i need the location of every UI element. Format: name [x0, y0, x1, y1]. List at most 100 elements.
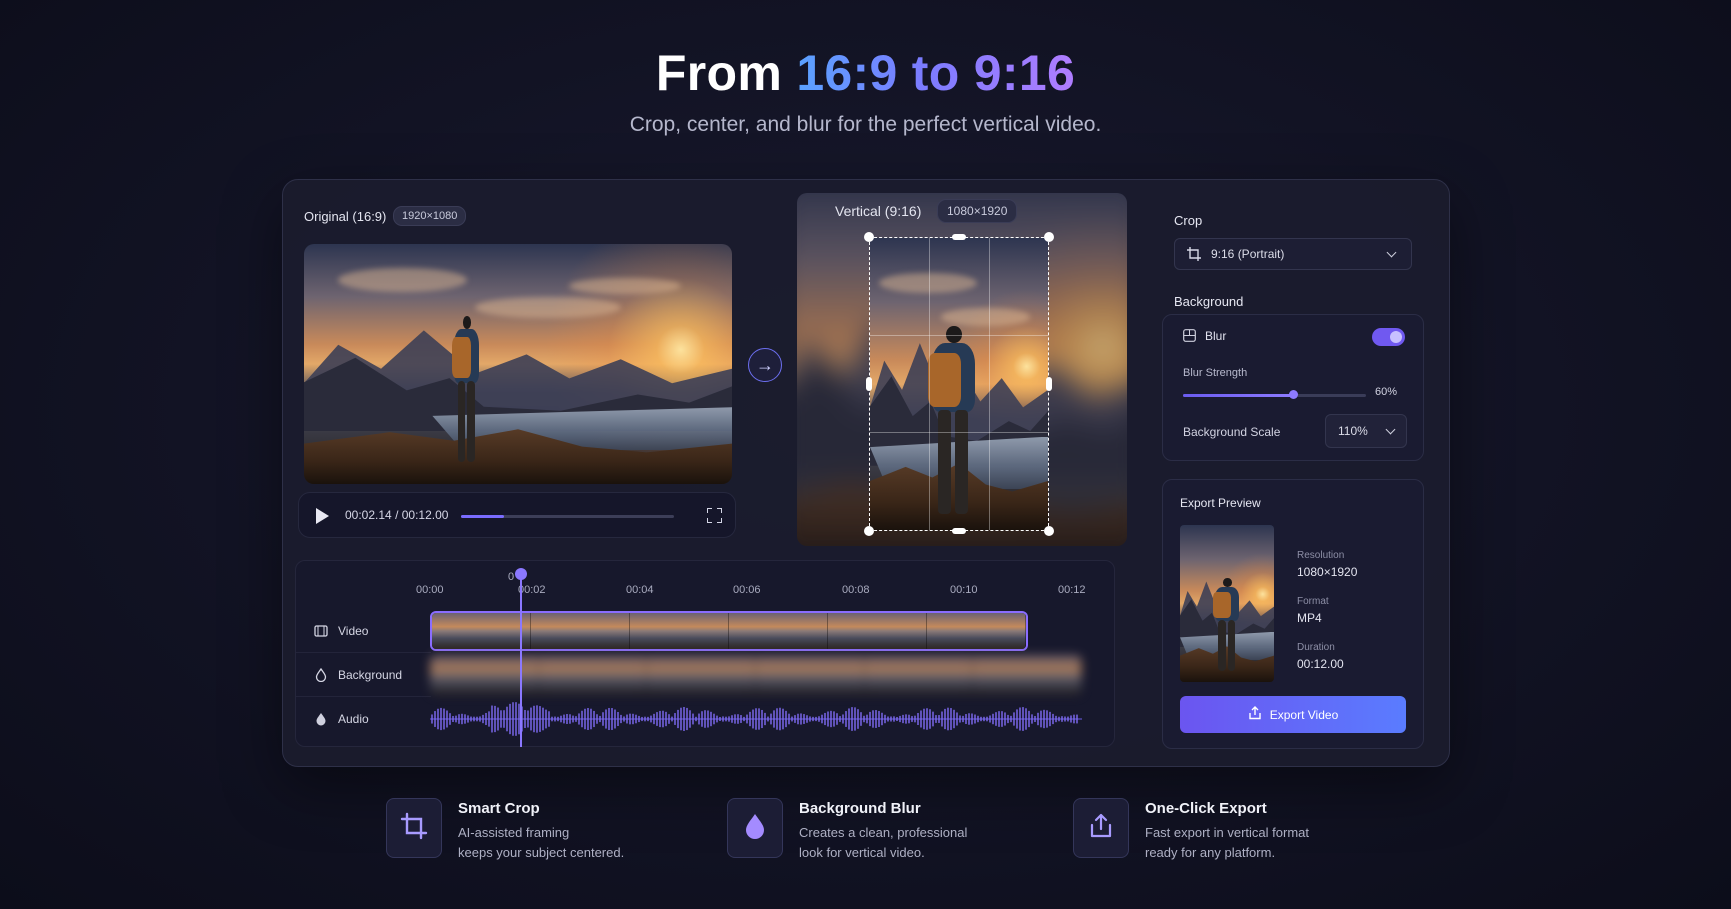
export-video-label: Export Video — [1269, 707, 1339, 722]
track-audio[interactable]: Audio — [296, 697, 431, 741]
blur-strength-handle[interactable] — [1288, 390, 1298, 399]
chevron-down-icon — [1385, 424, 1396, 435]
convert-arrow-icon: → — [748, 348, 782, 382]
track-video[interactable]: Video — [296, 609, 431, 653]
feature-smart-crop-icon-box — [386, 798, 442, 858]
background-scale-label: Background Scale — [1183, 425, 1281, 439]
blur-strength-label: Blur Strength — [1183, 367, 1248, 379]
format-value: MP4 — [1297, 611, 1322, 625]
blur-strength-value: 60% — [1375, 386, 1398, 398]
clip-frame — [828, 613, 927, 649]
film-icon — [314, 624, 328, 638]
clip-frame — [538, 655, 648, 695]
background-scale-select[interactable]: 110% — [1325, 414, 1407, 448]
background-settings-card: Blur Blur Strength 60% Background Scale … — [1162, 314, 1424, 461]
track-video-label: Video — [338, 623, 369, 638]
hero-title-highlight: 16:9 to 9:16 — [796, 45, 1076, 101]
droplet-icon — [742, 812, 768, 845]
timeline-tick: 00:00 — [416, 584, 444, 596]
audio-waveform[interactable] — [430, 699, 1082, 739]
fullscreen-icon[interactable] — [707, 508, 722, 523]
crop-ratio-select[interactable]: 9:16 (Portrait) — [1174, 238, 1412, 270]
crop-handle-top[interactable] — [952, 234, 966, 240]
timeline-tick: 00:12 — [1058, 584, 1086, 596]
playhead[interactable] — [520, 571, 522, 747]
feature-background-blur-title: Background Blur — [799, 800, 921, 817]
clip-frame — [927, 613, 1026, 649]
droplet-icon — [314, 712, 328, 726]
upload-icon — [1248, 706, 1262, 723]
crop-frame[interactable] — [869, 237, 1049, 531]
feature-one-click-export-icon-box — [1073, 798, 1129, 858]
clip-frame — [864, 655, 974, 695]
crop-icon — [400, 812, 428, 845]
blur-strength-slider[interactable] — [1183, 394, 1366, 397]
clip-frame — [531, 613, 630, 649]
crop-handle-bottom-left[interactable] — [864, 526, 874, 536]
feature-one-click-export-title: One-Click Export — [1145, 800, 1267, 817]
vertical-video-preview[interactable]: Vertical (9:16) 1080×1920 — [797, 193, 1127, 546]
playhead-label: 0 — [508, 571, 515, 583]
clip-frame — [430, 655, 539, 695]
clip-frame — [973, 655, 1082, 695]
hero-title: From 16:9 to 9:16 — [0, 44, 1731, 102]
playback-progress-bar[interactable] — [461, 515, 674, 518]
duration-label: Duration — [1297, 642, 1335, 653]
crop-handle-top-left[interactable] — [864, 232, 874, 242]
feature-one-click-export-desc: Fast export in vertical format ready for … — [1145, 825, 1309, 860]
export-thumbnail — [1180, 525, 1274, 682]
resolution-value: 1080×1920 — [1297, 565, 1358, 579]
chevron-down-icon — [1386, 247, 1397, 258]
droplet-outline-icon — [314, 667, 328, 682]
track-background-label: Background — [338, 667, 403, 682]
timeline-tick: 00:04 — [626, 584, 654, 596]
feature-background-blur-desc: Creates a clean, professional look for ve… — [799, 825, 968, 860]
crop-handle-right[interactable] — [1046, 377, 1052, 391]
crop-ratio-value: 9:16 (Portrait) — [1211, 247, 1285, 261]
timeline-tick: 00:06 — [733, 584, 761, 596]
playback-time: 00:02.14 / 00:12.00 — [345, 508, 449, 522]
blur-icon — [1183, 329, 1196, 347]
timeline: 00:00 00:02 00:04 00:06 00:08 00:10 00:1… — [295, 560, 1115, 747]
vertical-label: Vertical (9:16) — [835, 203, 922, 219]
export-preview-title: Export Preview — [1180, 496, 1261, 510]
original-resolution-badge: 1920×1080 — [393, 206, 467, 226]
crop-handle-left[interactable] — [866, 377, 872, 391]
hero-subtitle: Crop, center, and blur for the perfect v… — [629, 113, 1102, 136]
export-video-button[interactable]: Export Video — [1180, 696, 1406, 733]
blur-toggle[interactable] — [1372, 328, 1405, 346]
crop-section-label: Crop — [1174, 213, 1203, 228]
clip-frame — [630, 613, 729, 649]
timeline-tick: 00:10 — [950, 584, 978, 596]
timeline-tick: 00:02 — [518, 584, 546, 596]
track-background[interactable]: Background — [296, 653, 431, 697]
feature-background-blur-icon-box — [727, 798, 783, 858]
crop-handle-top-right[interactable] — [1044, 232, 1054, 242]
background-section-label: Background — [1174, 294, 1244, 309]
vertical-resolution-badge: 1080×1920 — [937, 199, 1018, 223]
duration-value: 00:12.00 — [1297, 657, 1344, 671]
clip-frame — [756, 655, 865, 695]
feature-smart-crop-title: Smart Crop — [458, 800, 540, 817]
clip-frame — [432, 613, 531, 649]
play-icon[interactable] — [316, 508, 329, 524]
format-label: Format — [1297, 596, 1329, 607]
original-video-preview[interactable] — [304, 244, 732, 484]
original-label: Original (16:9) — [304, 209, 387, 224]
resolution-label: Resolution — [1297, 550, 1345, 561]
track-audio-label: Audio — [338, 712, 369, 726]
feature-smart-crop-desc: AI-assisted framing keeps your subject ce… — [458, 825, 625, 860]
clip-frame — [647, 655, 757, 695]
current-time: 00:02.14 — [345, 508, 392, 522]
crop-handle-bottom-right[interactable] — [1044, 526, 1054, 536]
crop-handle-bottom[interactable] — [952, 528, 966, 534]
clip-frame — [729, 613, 828, 649]
crop-icon — [1187, 247, 1201, 264]
share-icon — [1087, 812, 1115, 845]
blur-label: Blur — [1205, 329, 1227, 343]
background-clip[interactable] — [430, 655, 1082, 695]
playhead-handle[interactable] — [515, 568, 527, 580]
background-scale-value: 110% — [1338, 424, 1368, 438]
timeline-tick: 00:08 — [842, 584, 870, 596]
video-player-controls: 00:02.14 / 00:12.00 — [298, 492, 736, 538]
